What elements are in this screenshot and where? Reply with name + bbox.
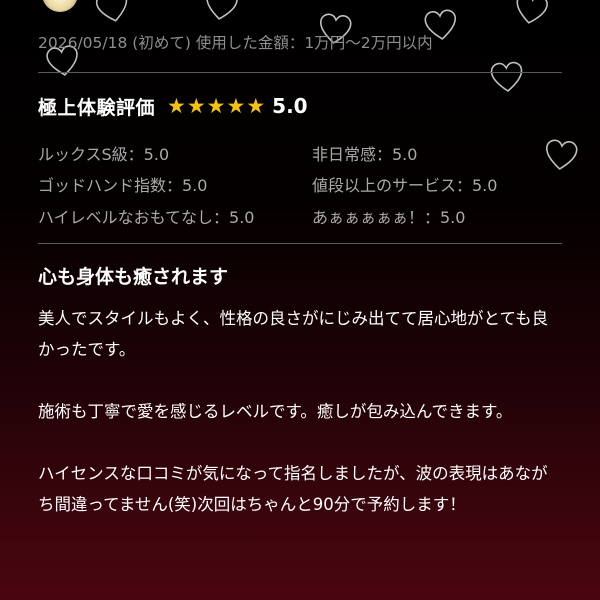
amount-value: 1万円〜2万円以内 (304, 34, 433, 52)
overall-rating-score: 5.0 (272, 94, 308, 118)
review-meta: 2026/05/18 (初めて) 使用した金額：1万円〜2万円以内 (38, 31, 433, 53)
review-paragraph: ハイセンスな口コミが気になって指名しましたが、波の表現はあながち間違ってません(… (38, 464, 548, 514)
star-rating: ★ ★ ★ ★ ★ (167, 93, 266, 118)
divider (38, 243, 562, 244)
overall-rating-label: 極上体験評価 (38, 96, 156, 119)
review-paragraph: 施術も丁寧で愛を感じるレベルです。癒しが包み込んできます。 (38, 402, 513, 421)
heart-outline-icon (542, 138, 579, 173)
star-icon: ★ (246, 93, 266, 118)
star-icon: ★ (226, 93, 246, 118)
review-card: 2026/05/18 (初めて) 使用した金額：1万円〜2万円以内 極上体験評価… (0, 0, 600, 600)
avatar[interactable] (42, 0, 78, 12)
sub-rating-value: 値段以上のサービス：5.0 (312, 176, 498, 195)
visit-date: 2026/05/18 (38, 34, 128, 52)
star-icon: ★ (206, 93, 226, 118)
sub-rating-extraordinary: 非日常感：5.0 (312, 145, 418, 164)
review-paragraph: 美人でスタイルもよく、性格の良さがにじみ出てて居心地がとても良かったです。 (38, 309, 549, 359)
sub-rating-god-hand: ゴッドハンド指数：5.0 (38, 176, 208, 195)
heart-outline-icon (202, 0, 240, 24)
visit-type: (初めて) (132, 34, 191, 52)
heart-outline-icon (511, 0, 550, 29)
sub-rating-looks: ルックスS級：5.0 (38, 145, 170, 164)
heart-outline-icon (93, 0, 133, 27)
review-title: 心も身体も癒されます (38, 266, 229, 288)
review-body: 美人でスタイルもよく、性格の良さがにじみ出てて居心地がとても良かったです。 施術… (38, 303, 562, 551)
sub-rating-aaa: あぁぁぁぁぁ！：5.0 (312, 208, 466, 227)
amount-label: 使用した金額： (195, 34, 305, 52)
divider (38, 72, 562, 73)
sub-rating-hospitality: ハイレベルなおもてなし：5.0 (38, 208, 255, 227)
star-icon: ★ (186, 93, 206, 118)
heart-outline-icon (489, 61, 525, 95)
star-icon: ★ (167, 93, 186, 118)
overall-rating: 極上体験評価 ★ ★ ★ ★ ★ 5.0 (38, 92, 308, 120)
